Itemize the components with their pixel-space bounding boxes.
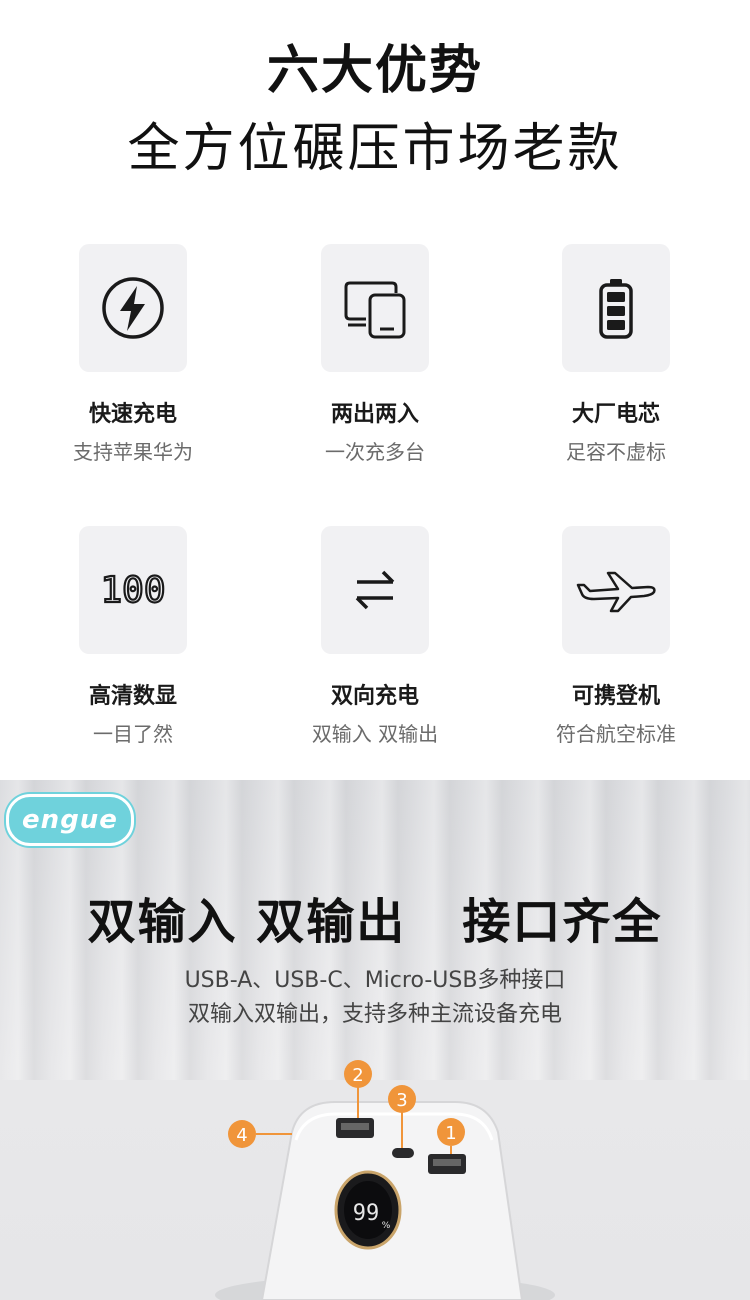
digital-display: 99 % [334, 1170, 402, 1250]
feature-icon-box [79, 244, 187, 372]
feature-desc: 一次充多台 [325, 440, 425, 464]
usb-a-port-side-icon [428, 1154, 466, 1174]
fast-charge-icon [102, 277, 164, 339]
feature-icon-box: 100 [79, 526, 187, 654]
feature-desc: 符合航空标准 [556, 722, 676, 746]
svg-text:%: % [382, 1221, 391, 1231]
io-banner: engue 双输入 双输出 接口齐全 USB-A、USB-C、Micro-USB… [0, 780, 750, 1300]
callout-badge-2: 2 [344, 1060, 372, 1088]
svg-text:3: 3 [396, 1090, 407, 1111]
feature-two-in-two-out: 两出两入 一次充多台 [275, 244, 475, 465]
feature-battery-cell: 大厂电芯 足容不虚标 [516, 244, 716, 465]
feature-desc: 足容不虚标 [566, 440, 666, 464]
feature-name: 大厂电芯 [571, 402, 660, 427]
usb-a-port-top-icon [336, 1118, 374, 1138]
feature-carry-on: 可携登机 符合航空标准 [516, 526, 716, 747]
svg-text:1: 1 [445, 1123, 456, 1144]
feature-name: 可携登机 [571, 684, 660, 709]
callout-badge-4: 4 [228, 1120, 256, 1148]
usb-c-port-icon [392, 1148, 414, 1158]
page-subtitle: 全方位碾压市场老款 [127, 119, 623, 179]
feature-name: 高清数显 [88, 684, 177, 709]
advantages-section: 六大优势 全方位碾压市场老款 快速充电 支持苹果华为 两出两入 一次充多台 大厂… [0, 0, 750, 780]
feature-name: 双向充电 [330, 684, 419, 709]
feature-icon-box [321, 244, 429, 372]
callout-badge-1: 1 [437, 1118, 465, 1146]
airplane-icon [576, 571, 656, 613]
feature-name: 快速充电 [88, 402, 177, 427]
page-title: 六大优势 [266, 41, 483, 101]
feature-fast-charge: 快速充电 支持苹果华为 [33, 244, 233, 465]
battery-icon [599, 279, 633, 339]
feature-icon-box [321, 526, 429, 654]
power-bank-illustration: 99 % 2 3 1 4 [215, 1060, 555, 1300]
svg-text:4: 4 [236, 1125, 247, 1146]
callout-badge-3: 3 [388, 1085, 416, 1113]
svg-text:99: 99 [353, 1201, 380, 1226]
feature-icon-box [562, 244, 670, 372]
feature-desc: 双输入 双输出 [311, 722, 439, 746]
devices-icon [344, 281, 406, 339]
feature-name: 两出两入 [330, 402, 419, 427]
feature-icon-box [562, 526, 670, 654]
digital-display-icon: 100 [99, 569, 166, 612]
swap-arrows-icon [355, 570, 395, 610]
feature-desc: 一目了然 [93, 722, 173, 746]
feature-hd-display: 100 高清数显 一目了然 [33, 526, 233, 747]
feature-two-way-charge: 双向充电 双输入 双输出 [275, 526, 475, 747]
svg-text:100: 100 [100, 570, 165, 611]
feature-desc: 支持苹果华为 [73, 440, 193, 464]
svg-text:2: 2 [352, 1065, 363, 1086]
